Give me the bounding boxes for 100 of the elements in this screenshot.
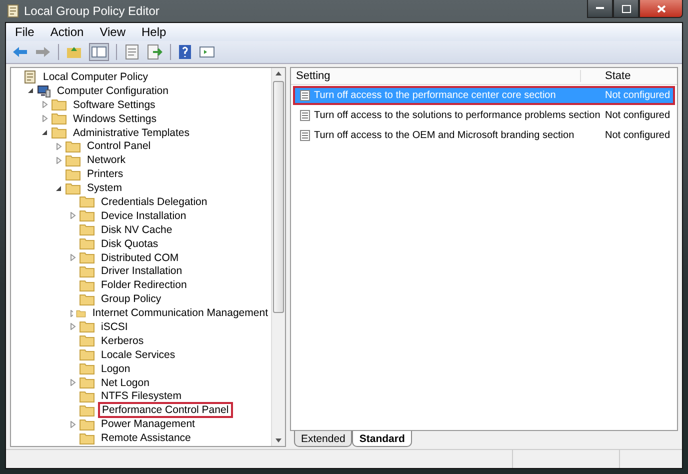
policy-setting-icon bbox=[300, 130, 310, 141]
folder-icon bbox=[79, 251, 95, 264]
folder-icon bbox=[79, 209, 95, 222]
collapse-arrow-icon[interactable] bbox=[41, 129, 48, 136]
collapse-arrow-icon[interactable] bbox=[55, 184, 62, 192]
minimize-icon bbox=[596, 7, 604, 10]
folder-icon bbox=[79, 418, 95, 431]
folder-icon bbox=[79, 390, 95, 403]
expand-arrow-icon[interactable] bbox=[55, 142, 62, 150]
close-icon bbox=[656, 4, 666, 12]
setting-state: Not configured bbox=[605, 130, 672, 141]
menu-item[interactable]: File bbox=[15, 25, 34, 39]
tree-item[interactable]: Control Panel bbox=[84, 139, 154, 154]
tree-item[interactable]: Driver Installation bbox=[98, 264, 186, 278]
policy-setting-icon bbox=[300, 110, 310, 121]
expand-arrow-icon[interactable] bbox=[69, 212, 76, 220]
tree-item[interactable]: Internet Communication Management bbox=[89, 306, 271, 320]
tree-item[interactable]: Performance Control Panel bbox=[98, 402, 233, 418]
tree-item[interactable]: Locale Services bbox=[98, 348, 178, 362]
folder-icon bbox=[79, 278, 95, 292]
tree-item[interactable]: System bbox=[84, 181, 126, 196]
tree-item[interactable]: Net Logon bbox=[98, 376, 152, 390]
tree-item[interactable]: Software Settings bbox=[70, 98, 158, 112]
panel-toggle-icon[interactable] bbox=[89, 43, 109, 61]
setting-name: Turn off access to the solutions to performance problems section bbox=[314, 110, 601, 121]
back-arrow-icon[interactable] bbox=[12, 46, 28, 58]
app-icon bbox=[7, 4, 19, 18]
expand-arrow-icon[interactable] bbox=[41, 115, 48, 122]
expand-arrow-icon[interactable] bbox=[41, 101, 48, 108]
tree-item[interactable]: Network bbox=[84, 153, 129, 168]
folder-icon bbox=[79, 404, 95, 417]
folder-icon bbox=[79, 237, 95, 250]
tree-item[interactable]: Device Installation bbox=[98, 208, 190, 223]
menu-item[interactable]: View bbox=[100, 25, 126, 39]
setting-state: Not configured bbox=[605, 90, 672, 101]
folder-icon bbox=[65, 154, 81, 167]
scroll-down-arrow-icon[interactable] bbox=[275, 438, 282, 443]
expand-arrow-icon[interactable] bbox=[69, 323, 76, 330]
folder-icon bbox=[51, 126, 67, 139]
tree-item[interactable]: Disk Quotas bbox=[98, 236, 162, 251]
forward-arrow-icon[interactable] bbox=[35, 46, 51, 58]
folder-icon bbox=[51, 112, 67, 126]
tree-item[interactable]: Credentials Delegation bbox=[98, 194, 210, 209]
tree-item[interactable]: NTFS Filesystem bbox=[98, 389, 185, 404]
tree-item[interactable]: iSCSI bbox=[98, 320, 131, 334]
policy-row[interactable]: Turn off access to the solutions to performance problems section Not configured bbox=[293, 106, 675, 125]
tree-item[interactable]: Folder Redirection bbox=[98, 278, 190, 292]
folder-icon bbox=[79, 348, 95, 362]
tree-item[interactable]: Remote Assistance bbox=[98, 431, 194, 446]
column-header[interactable]: Setting bbox=[291, 70, 581, 82]
setting-state: Not configured bbox=[605, 110, 672, 121]
tree-item[interactable]: Computer Configuration bbox=[54, 84, 172, 98]
tree-item[interactable]: Distributed COM bbox=[98, 250, 182, 265]
collapse-arrow-icon[interactable] bbox=[27, 87, 34, 94]
setting-name: Turn off access to the OEM and Microsoft branding section bbox=[314, 130, 576, 141]
tree-item[interactable]: Printers bbox=[84, 167, 126, 182]
filter-view-icon[interactable] bbox=[199, 45, 215, 59]
up-folder-icon[interactable] bbox=[66, 45, 82, 59]
folder-icon bbox=[79, 334, 95, 348]
policy-setting-icon bbox=[300, 90, 310, 101]
computer-icon bbox=[37, 84, 51, 98]
folder-icon bbox=[79, 195, 95, 208]
maximize-button[interactable] bbox=[613, 0, 639, 18]
folder-icon bbox=[79, 432, 95, 445]
expand-arrow-icon[interactable] bbox=[69, 379, 76, 386]
tree-item[interactable]: Power Management bbox=[98, 417, 198, 432]
properties-icon[interactable] bbox=[124, 44, 140, 60]
menu-item[interactable]: Help bbox=[142, 25, 166, 39]
window-title: Local Group Policy Editor bbox=[24, 4, 160, 18]
column-header[interactable]: State bbox=[581, 70, 677, 82]
tree-item[interactable]: Kerberos bbox=[98, 334, 147, 348]
tree-item[interactable]: Administrative Templates bbox=[70, 126, 193, 140]
folder-icon bbox=[65, 182, 81, 195]
view-tab[interactable]: Extended bbox=[294, 431, 352, 447]
folder-icon bbox=[79, 223, 95, 236]
setting-name: Turn off access to the performance center core section bbox=[314, 90, 557, 101]
folder-icon bbox=[65, 140, 81, 153]
scroll-up-arrow-icon[interactable] bbox=[275, 71, 282, 76]
scrollbar[interactable] bbox=[271, 68, 285, 446]
expand-arrow-icon[interactable] bbox=[69, 310, 74, 317]
tree-item[interactable]: Disk NV Cache bbox=[98, 222, 176, 237]
minimize-button[interactable] bbox=[587, 0, 613, 18]
policy-document-icon bbox=[23, 70, 37, 84]
expand-arrow-icon[interactable] bbox=[69, 420, 76, 428]
export-icon[interactable] bbox=[147, 44, 163, 60]
tree-item[interactable]: Group Policy bbox=[98, 292, 164, 306]
menu-item[interactable]: Action bbox=[50, 25, 84, 39]
folder-icon bbox=[79, 362, 95, 376]
tree-item[interactable]: Local Computer Policy bbox=[40, 70, 152, 84]
expand-arrow-icon[interactable] bbox=[55, 156, 62, 164]
tree-item[interactable]: Windows Settings bbox=[70, 112, 160, 126]
tree-item[interactable]: Logon bbox=[98, 362, 134, 376]
close-button[interactable] bbox=[639, 0, 683, 18]
help-icon[interactable] bbox=[178, 44, 192, 60]
folder-icon bbox=[65, 168, 81, 181]
expand-arrow-icon[interactable] bbox=[69, 254, 76, 262]
policy-row[interactable]: Turn off access to the OEM and Microsoft branding section Not configured bbox=[293, 126, 675, 145]
folder-icon bbox=[79, 376, 95, 390]
view-tab[interactable]: Standard bbox=[352, 431, 412, 447]
folder-icon bbox=[79, 264, 95, 278]
